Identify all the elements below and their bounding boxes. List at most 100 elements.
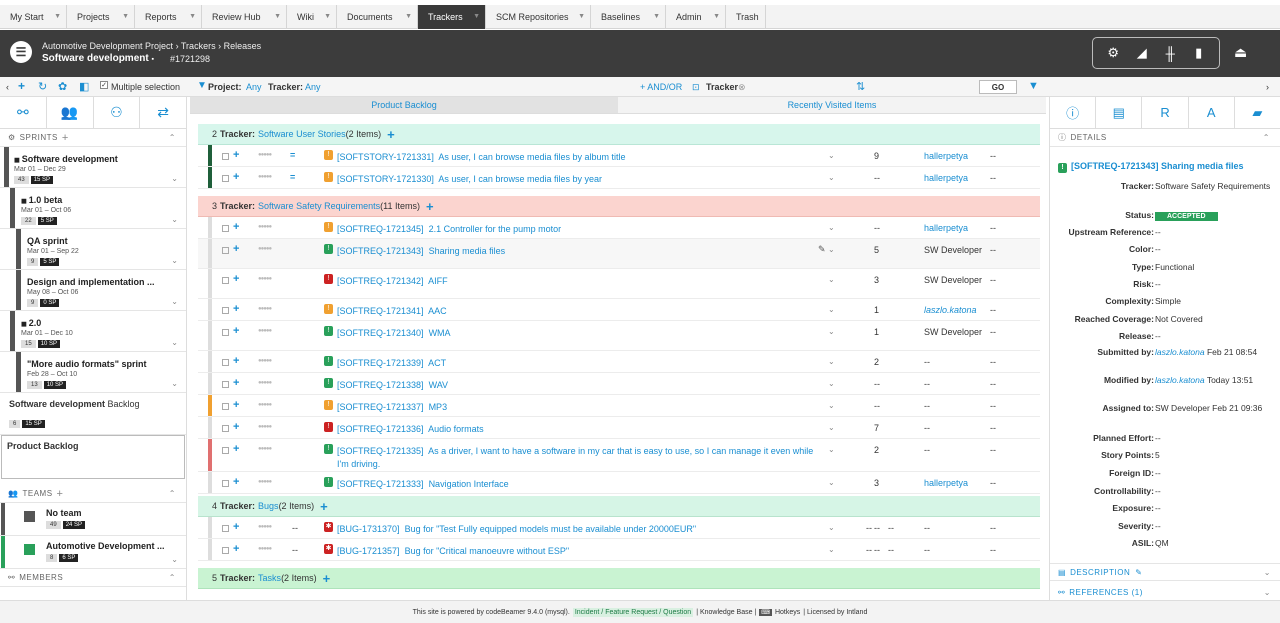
add-child-icon[interactable]: + [233,273,239,285]
team-icon[interactable]: 👥 [47,97,94,128]
table-row[interactable]: + ●●●●●! [SOFTREQ-1721338] WAV ⌄ -- -- -- [198,373,1040,395]
table-row[interactable]: + ●●●●●! [SOFTREQ-1721342] AIFF ⌄ 3 SW Develo… [198,269,1040,299]
members-section-header[interactable]: ⚯ MEMBERS ⌃ [0,569,186,587]
backlog-product[interactable]: Product Backlog [1,435,185,479]
tracker-group-name[interactable]: Software Safety Requirements [258,201,380,211]
chevron-down-icon[interactable]: ▼ [405,13,412,20]
sprint-design-implementation[interactable]: Design and implementation ... May 08 – O… [0,270,186,311]
row-drag-handle[interactable] [208,472,212,493]
row-assignee[interactable]: laszlo.katona [924,305,977,316]
export-icon[interactable]: ◧ [79,80,89,93]
team-automotive-development[interactable]: Automotive Development ... 86 SP ⌄ [0,536,186,569]
chevron-down-icon[interactable]: ⌄ [828,305,835,314]
add-icon[interactable]: + [18,79,25,93]
chevron-down-icon[interactable]: ⌄ [171,215,178,224]
row-checkbox[interactable] [222,480,229,487]
priority-stars[interactable]: ●●●●● [258,174,272,180]
incident-link[interactable]: Incident / Feature Request / Question [572,607,694,617]
sprint-2-0[interactable]: ◼ 2.0 Mar 01 – Dec 10 15 10 SP ⌄ [0,311,186,352]
release-icon[interactable]: ⏏ [1234,44,1247,61]
row-drag-handle[interactable] [208,239,212,268]
row-title[interactable]: [SOFTREQ-1721339] ACT [337,357,827,370]
ruler-icon[interactable]: ◢ [1132,45,1152,61]
tracker-group-tasks[interactable]: 5 Tracker: Tasks (2 Items) + [198,568,1040,589]
user-check-icon[interactable]: ⚇ [94,97,141,128]
tracker-group-name[interactable]: Bugs [258,501,279,511]
chevron-down-icon[interactable]: ⌄ [828,245,835,254]
add-child-icon[interactable]: + [233,377,239,389]
add-team-icon[interactable]: + [57,488,64,500]
table-row[interactable]: + ●●●●● -- ✱ [BUG-1721357] Bug for "Critical… [198,539,1040,561]
chevron-down-icon[interactable]: ⌄ [828,327,835,336]
table-row[interactable]: + ●●●●●! [SOFTREQ-1721340] WMA ⌄ 1 SW Develop… [198,321,1040,351]
row-checkbox[interactable] [222,329,229,336]
row-checkbox[interactable] [222,307,229,314]
row-title[interactable]: [BUG-1721357] Bug for "Critical manoeuvr… [337,545,827,558]
add-child-icon[interactable]: + [233,303,239,315]
row-drag-handle[interactable] [208,299,212,320]
add-sprint-icon[interactable]: + [62,132,69,144]
priority-stars[interactable]: ●●●●● [258,306,272,312]
chevron-down-icon[interactable]: ⌄ [171,174,178,183]
sprints-section-header[interactable]: ⚙ SPRINTS + ⌃ [0,129,186,147]
info-icon[interactable]: ⓘ [1050,97,1097,128]
edit-icon[interactable]: ✎ [1135,568,1142,577]
folder-icon[interactable]: ▰ [1235,97,1280,128]
filter-icon[interactable]: ▼ [197,80,207,91]
chevron-down-icon[interactable]: ⌄ [171,297,178,306]
remove-filter-icon[interactable]: ⊗ [738,82,746,93]
priority-stars[interactable]: ●●●●● [258,328,272,334]
hotkeys-link[interactable]: Hotkeys [775,609,800,616]
priority-stars[interactable]: ●●●●● [258,380,272,386]
row-checkbox[interactable] [222,153,229,160]
row-drag-handle[interactable] [208,439,212,471]
nav-wiki[interactable]: Wiki ▼ [287,5,337,29]
table-row[interactable]: + ●●●●●! [SOFTREQ-1721333] Navigation Inte… [198,472,1040,494]
funnel-icon[interactable]: ▼ [1028,80,1039,92]
row-checkbox[interactable] [222,403,229,410]
nav-admin[interactable]: Admin ▼ [666,5,726,29]
priority-stars[interactable]: ●●●●● [258,152,272,158]
detail-value[interactable]: laszlo.katona Feb 21 08:54 [1155,347,1275,358]
row-title[interactable]: [SOFTREQ-1721342] AIFF [337,275,827,288]
row-assignee[interactable]: hallerpetya [924,151,968,162]
priority-stars[interactable]: ●●●●● [258,402,272,408]
add-child-icon[interactable]: + [233,543,239,555]
row-checkbox[interactable] [222,447,229,454]
row-title[interactable]: [SOFTREQ-1721341] AAC [337,305,827,318]
row-drag-handle[interactable] [208,417,212,438]
row-drag-handle[interactable] [208,395,212,416]
priority-stars[interactable]: ●●●●● [258,479,272,485]
chevron-down-icon[interactable]: ⌄ [828,423,835,432]
sprint-qa[interactable]: QA sprint Mar 01 – Sep 22 95 SP ⌄ [0,229,186,270]
row-title[interactable]: [BUG-1731370] Bug for "Test Fully equipp… [337,523,827,536]
table-row[interactable]: + ●●●●●! [SOFTREQ-1721339] ACT ⌄ 2 -- -- [198,351,1040,373]
add-child-icon[interactable]: + [233,355,239,367]
and-or-button[interactable]: + AND/OR [640,82,682,92]
row-title[interactable]: [SOFTSTORY-1721331] As user, I can brows… [337,151,827,164]
edit-icon[interactable]: ✎ [818,244,826,255]
row-checkbox[interactable] [222,175,229,182]
chevron-down-icon[interactable]: ⌄ [828,478,835,487]
nav-scm-repositories[interactable]: SCM Repositories ▼ [486,5,591,29]
chevron-down-icon[interactable]: ▼ [324,13,331,20]
row-title[interactable]: [SOFTREQ-1721340] WMA [337,327,827,340]
teams-section-header[interactable]: 👥 TEAMS + ⌃ [0,485,186,503]
sprint-1-0-beta[interactable]: ◼ 1.0 beta Mar 01 – Oct 06 22 5 SP ⌄ [0,188,186,229]
chevron-down-icon[interactable]: ⌄ [1264,588,1271,597]
row-title[interactable]: [SOFTSTORY-1721330] As user, I can brows… [337,173,827,186]
row-title[interactable]: [SOFTREQ-1721338] WAV [337,379,827,392]
tracker-filter-chip[interactable]: Tracker [706,82,738,92]
chevron-down-icon[interactable]: ⌄ [828,151,835,160]
knowledge-base-link[interactable]: | Knowledge Base | [696,609,756,616]
bar-chart-icon[interactable]: ▮ [1189,45,1209,61]
status-value[interactable]: ACCEPTED [1155,210,1275,222]
chevron-down-icon[interactable]: ▼ [189,13,196,20]
table-row[interactable]: + ●●●●●! [SOFTREQ-1721345] 2.1 Controller … [198,217,1040,239]
tracker-group-software-safety-requirements[interactable]: 3 Tracker: Software Safety Requirements (11… [198,196,1040,217]
nav-review-hub[interactable]: Review Hub ▼ [202,5,287,29]
add-child-icon[interactable]: + [233,325,239,337]
tab-product-backlog[interactable]: Product Backlog [190,97,618,114]
table-row[interactable]: + ●●●●●! [SOFTREQ-1721336] Audio formats ⌄ 7… [198,417,1040,439]
add-child-icon[interactable]: + [233,221,239,233]
